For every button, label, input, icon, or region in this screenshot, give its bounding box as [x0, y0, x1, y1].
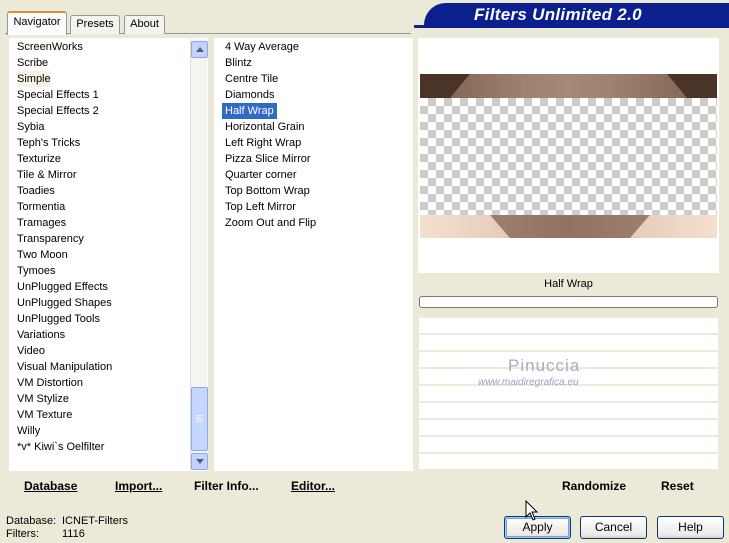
editor-button[interactable]: Editor... [291, 474, 335, 498]
tab-presets[interactable]: Presets [70, 15, 120, 34]
tab-navigator[interactable]: Navigator [7, 11, 67, 35]
status-database: Database: ICNET-Filters [6, 515, 128, 528]
slider-row [419, 403, 718, 418]
parameter-sliders [418, 310, 719, 471]
category-item[interactable]: Tymoes [17, 263, 56, 279]
slider-row [419, 454, 718, 469]
category-item[interactable]: Tramages [17, 215, 66, 231]
grip-line [196, 421, 203, 422]
current-filter-label: Half Wrap [418, 273, 719, 295]
database-label: Database [24, 479, 78, 493]
category-item[interactable]: Transparency [17, 231, 84, 247]
scroll-thumb[interactable] [191, 387, 208, 451]
category-item[interactable]: Sybia [17, 119, 45, 135]
grip-line [196, 419, 203, 420]
category-item[interactable]: Tormentia [17, 199, 65, 215]
category-item[interactable]: VM Texture [17, 407, 72, 423]
filter-item[interactable]: Zoom Out and Flip [222, 215, 316, 231]
randomize-button[interactable]: Randomize [562, 474, 626, 498]
editor-label: Editor... [291, 479, 336, 493]
category-item[interactable]: VM Stylize [17, 391, 69, 407]
status-filters: Filters: 1116 [6, 528, 85, 541]
category-item[interactable]: Special Effects 2 [17, 103, 99, 119]
app-title: Filters Unlimited 2.0 [474, 5, 642, 24]
help-button[interactable]: Help [657, 516, 724, 539]
right-toolbar: Randomize Reset [418, 474, 719, 498]
category-item[interactable]: Variations [17, 327, 65, 343]
preview-image-top [420, 74, 717, 98]
filter-item[interactable]: Centre Tile [222, 71, 278, 87]
transparency-checkerboard [420, 98, 717, 215]
category-item[interactable]: Toadies [17, 183, 55, 199]
category-item[interactable]: Visual Manipulation [17, 359, 112, 375]
cancel-button[interactable]: Cancel [580, 516, 647, 539]
filter-item[interactable]: Top Bottom Wrap [222, 183, 310, 199]
status-database-value: ICNET-Filters [62, 515, 128, 527]
category-item[interactable]: Special Effects 1 [17, 87, 99, 103]
grip-line [196, 415, 203, 416]
filter-list[interactable]: 4 Way Average Blintz Centre Tile Diamonds Ha… [214, 38, 413, 471]
slider-row [419, 318, 718, 333]
filter-item[interactable]: Left Right Wrap [222, 135, 301, 151]
filter-item[interactable]: Quarter corner [222, 167, 297, 183]
preview-image-bottom [420, 215, 717, 238]
category-scrollbar[interactable] [190, 39, 208, 470]
filter-item[interactable]: Diamonds [222, 87, 275, 103]
category-list[interactable]: ScreenWorks Scribe Simple Special Effects 1… [9, 38, 208, 471]
status-filters-label: Filters: [6, 528, 39, 540]
category-item[interactable]: Tile & Mirror [17, 167, 76, 183]
left-toolbar: Database Import... Filter Info... Editor… [9, 474, 413, 498]
import-button[interactable]: Import... [115, 474, 162, 498]
progress-bar [419, 296, 718, 308]
category-item[interactable]: UnPlugged Tools [17, 311, 100, 327]
tab-about[interactable]: About [124, 15, 165, 34]
category-item[interactable]: VM Distortion [17, 375, 83, 391]
scroll-down-button[interactable] [191, 453, 208, 470]
category-item[interactable]: Willy [17, 423, 40, 439]
filter-item[interactable]: Blintz [222, 55, 252, 71]
mouse-cursor-icon [525, 500, 539, 521]
scroll-down-icon [196, 459, 204, 464]
status-filters-value: 1116 [62, 528, 85, 540]
filter-info-label: Filter Info... [194, 479, 259, 493]
category-item[interactable]: Simple [17, 71, 51, 87]
banner-underline [414, 25, 729, 28]
filter-info-button[interactable]: Filter Info... [194, 474, 259, 498]
grip-line [196, 417, 203, 418]
slider-row [419, 335, 718, 350]
slider-row [419, 420, 718, 435]
filter-item[interactable]: Pizza Slice Mirror [222, 151, 311, 167]
watermark-url: www.maidiregrafica.eu [478, 377, 579, 388]
category-item[interactable]: Teph's Tricks [17, 135, 80, 151]
filter-item[interactable]: Horizontal Grain [222, 119, 304, 135]
category-item[interactable]: Texturize [17, 151, 61, 167]
import-label: Import... [115, 479, 163, 493]
watermark-name: Pinuccia [508, 356, 581, 375]
filter-item[interactable]: 4 Way Average [222, 39, 299, 55]
category-item[interactable]: Two Moon [17, 247, 68, 263]
reset-button[interactable]: Reset [661, 474, 694, 498]
filter-item[interactable]: Top Left Mirror [222, 199, 296, 215]
category-item[interactable]: UnPlugged Shapes [17, 295, 112, 311]
slider-row [419, 437, 718, 452]
category-item[interactable]: UnPlugged Effects [17, 279, 108, 295]
filter-item[interactable]: Half Wrap [222, 103, 277, 119]
slider-row [419, 386, 718, 401]
scroll-up-icon [196, 47, 204, 52]
category-item[interactable]: Video [17, 343, 45, 359]
scroll-up-button[interactable] [191, 41, 208, 58]
status-database-label: Database: [6, 515, 57, 527]
category-item[interactable]: ScreenWorks [17, 39, 83, 55]
category-item[interactable]: Scribe [17, 55, 48, 71]
category-item[interactable]: *v* Kiwi`s Oelfilter [17, 439, 104, 455]
database-button[interactable]: Database [24, 474, 77, 498]
app-title-banner: Filters Unlimited 2.0 [424, 3, 729, 25]
